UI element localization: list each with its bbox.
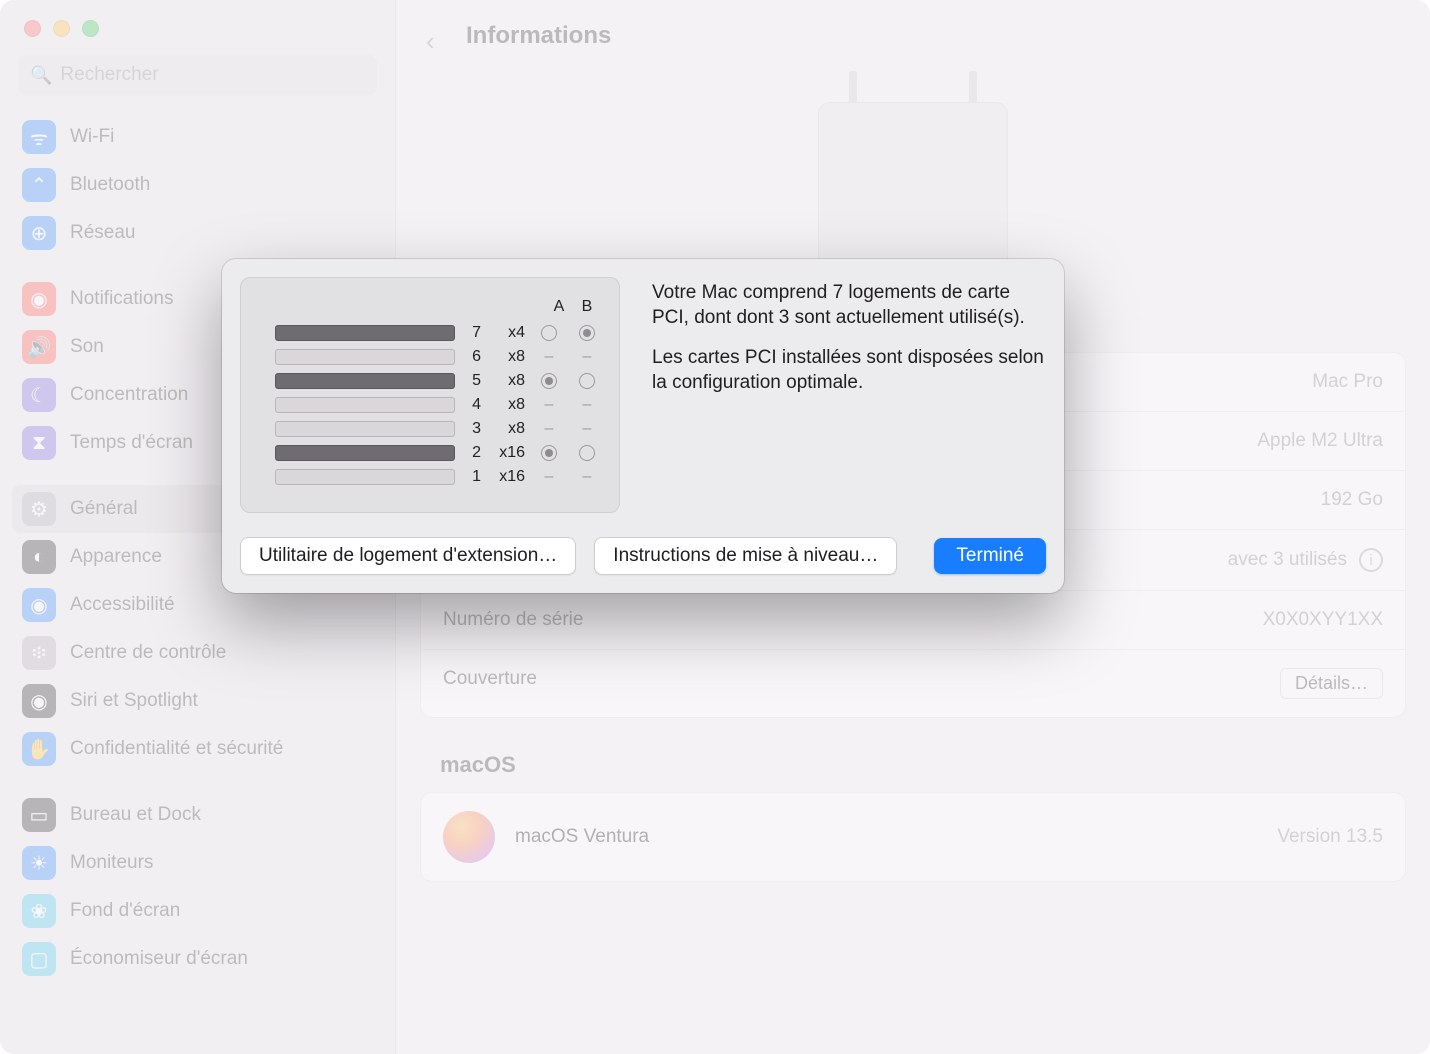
pool-radio: – [573,396,601,414]
slot-bar [275,469,455,485]
pool-radio: – [535,420,563,438]
pool-radio: – [535,348,563,366]
slot-number: 4 [465,396,481,414]
slot-speed: x8 [491,420,525,438]
slot-number: 6 [465,348,481,366]
col-b-label: B [573,298,601,316]
slot-row-3: 3x8–– [275,420,601,438]
sheet-p1: Votre Mac comprend 7 logements de carte … [652,281,1046,330]
slot-speed: x8 [491,372,525,390]
pool-radio[interactable] [573,445,601,461]
pool-radio: – [573,348,601,366]
pool-radio: – [573,468,601,486]
slot-bar [275,349,455,365]
sheet-text: Votre Mac comprend 7 logements de carte … [652,277,1046,513]
slot-speed: x16 [491,468,525,486]
slot-speed: x8 [491,396,525,414]
pci-sheet: A B 7x46x8––5x84x8––3x8––2x161x16–– Votr… [222,259,1064,593]
expansion-utility-button[interactable]: Utilitaire de logement d'extension… [240,537,576,575]
slot-number: 5 [465,372,481,390]
done-button[interactable]: Terminé [934,538,1046,574]
slot-row-4: 4x8–– [275,396,601,414]
col-a-label: A [545,298,573,316]
pool-radio: – [535,468,563,486]
slot-row-1: 1x16–– [275,468,601,486]
slot-row-5: 5 x8 [275,372,601,390]
slot-speed: x4 [491,324,525,342]
slot-number: 3 [465,420,481,438]
slot-speed: x8 [491,348,525,366]
pool-radio[interactable] [535,445,563,461]
slot-row-6: 6x8–– [275,348,601,366]
settings-window: 🔍 Rechercher ᯤWi-Fi⌃Bluetooth⊕Réseau◉Not… [0,0,1430,1054]
slot-row-2: 2 x16 [275,444,601,462]
slot-row-7: 7 x4 [275,324,601,342]
slot-bar [275,397,455,413]
slot-bar [275,373,455,389]
pool-radio[interactable] [535,325,563,341]
pool-radio: – [535,396,563,414]
pool-radio[interactable] [573,373,601,389]
slot-number: 7 [465,324,481,342]
sheet-p2: Les cartes PCI installées sont disposées… [652,346,1046,395]
pool-radio[interactable] [535,373,563,389]
slot-bar [275,421,455,437]
slot-bar [275,325,455,341]
slot-diagram: A B 7x46x8––5x84x8––3x8––2x161x16–– [240,277,620,513]
upgrade-instructions-button[interactable]: Instructions de mise à niveau… [594,537,897,575]
pool-radio: – [573,420,601,438]
slot-number: 1 [465,468,481,486]
slot-speed: x16 [491,444,525,462]
slot-number: 2 [465,444,481,462]
pool-radio[interactable] [573,325,601,341]
slot-bar [275,445,455,461]
